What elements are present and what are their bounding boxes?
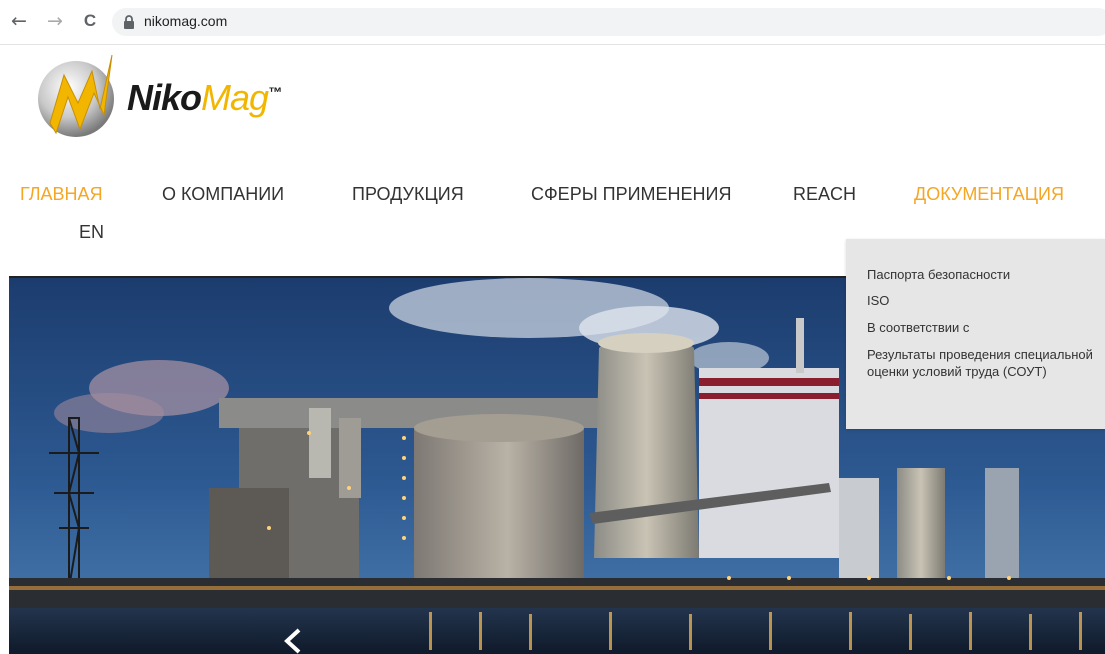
reload-icon[interactable]: C [79, 10, 101, 32]
nav-item-home[interactable]: ГЛАВНАЯ [20, 184, 103, 205]
documentation-dropdown: Паспорта безопасности ISO В соответствии… [846, 239, 1105, 429]
nav-item-products[interactable]: ПРОДУКЦИЯ [352, 184, 464, 205]
dropdown-item-iso[interactable]: ISO [867, 292, 1105, 309]
dropdown-item-sout-results[interactable]: Результаты проведения специальной оценки… [867, 346, 1105, 380]
chevron-left-icon[interactable] [279, 626, 309, 654]
nav-item-documentation[interactable]: ДОКУМЕНТАЦИЯ [914, 184, 1064, 205]
dropdown-item-safety-data-sheets[interactable]: Паспорта безопасности [867, 266, 1105, 283]
logo-text-niko: Niko [127, 77, 202, 118]
site-logo[interactable]: NikoMag™ [34, 53, 334, 143]
lock-icon [124, 15, 134, 29]
logo-trademark: ™ [268, 84, 282, 100]
forward-arrow-icon[interactable]: → [44, 10, 66, 32]
url-text: nikomag.com [144, 13, 228, 29]
logo-wordmark: NikoMag™ [127, 77, 282, 119]
logo-emblem-icon [38, 54, 114, 137]
address-bar[interactable]: nikomag.com [112, 8, 1105, 36]
back-arrow-icon[interactable]: ← [8, 10, 30, 32]
nav-item-about[interactable]: О КОМПАНИИ [162, 184, 284, 205]
nav-item-language-en[interactable]: EN [79, 222, 104, 243]
nav-item-reach[interactable]: REACH [793, 184, 856, 205]
dropdown-item-compliance[interactable]: В соответствии с [867, 319, 1105, 336]
logo-text-mag: Mag [201, 77, 269, 118]
nav-item-applications[interactable]: СФЕРЫ ПРИМЕНЕНИЯ [531, 184, 731, 205]
browser-toolbar: ← → C nikomag.com [0, 0, 1105, 45]
